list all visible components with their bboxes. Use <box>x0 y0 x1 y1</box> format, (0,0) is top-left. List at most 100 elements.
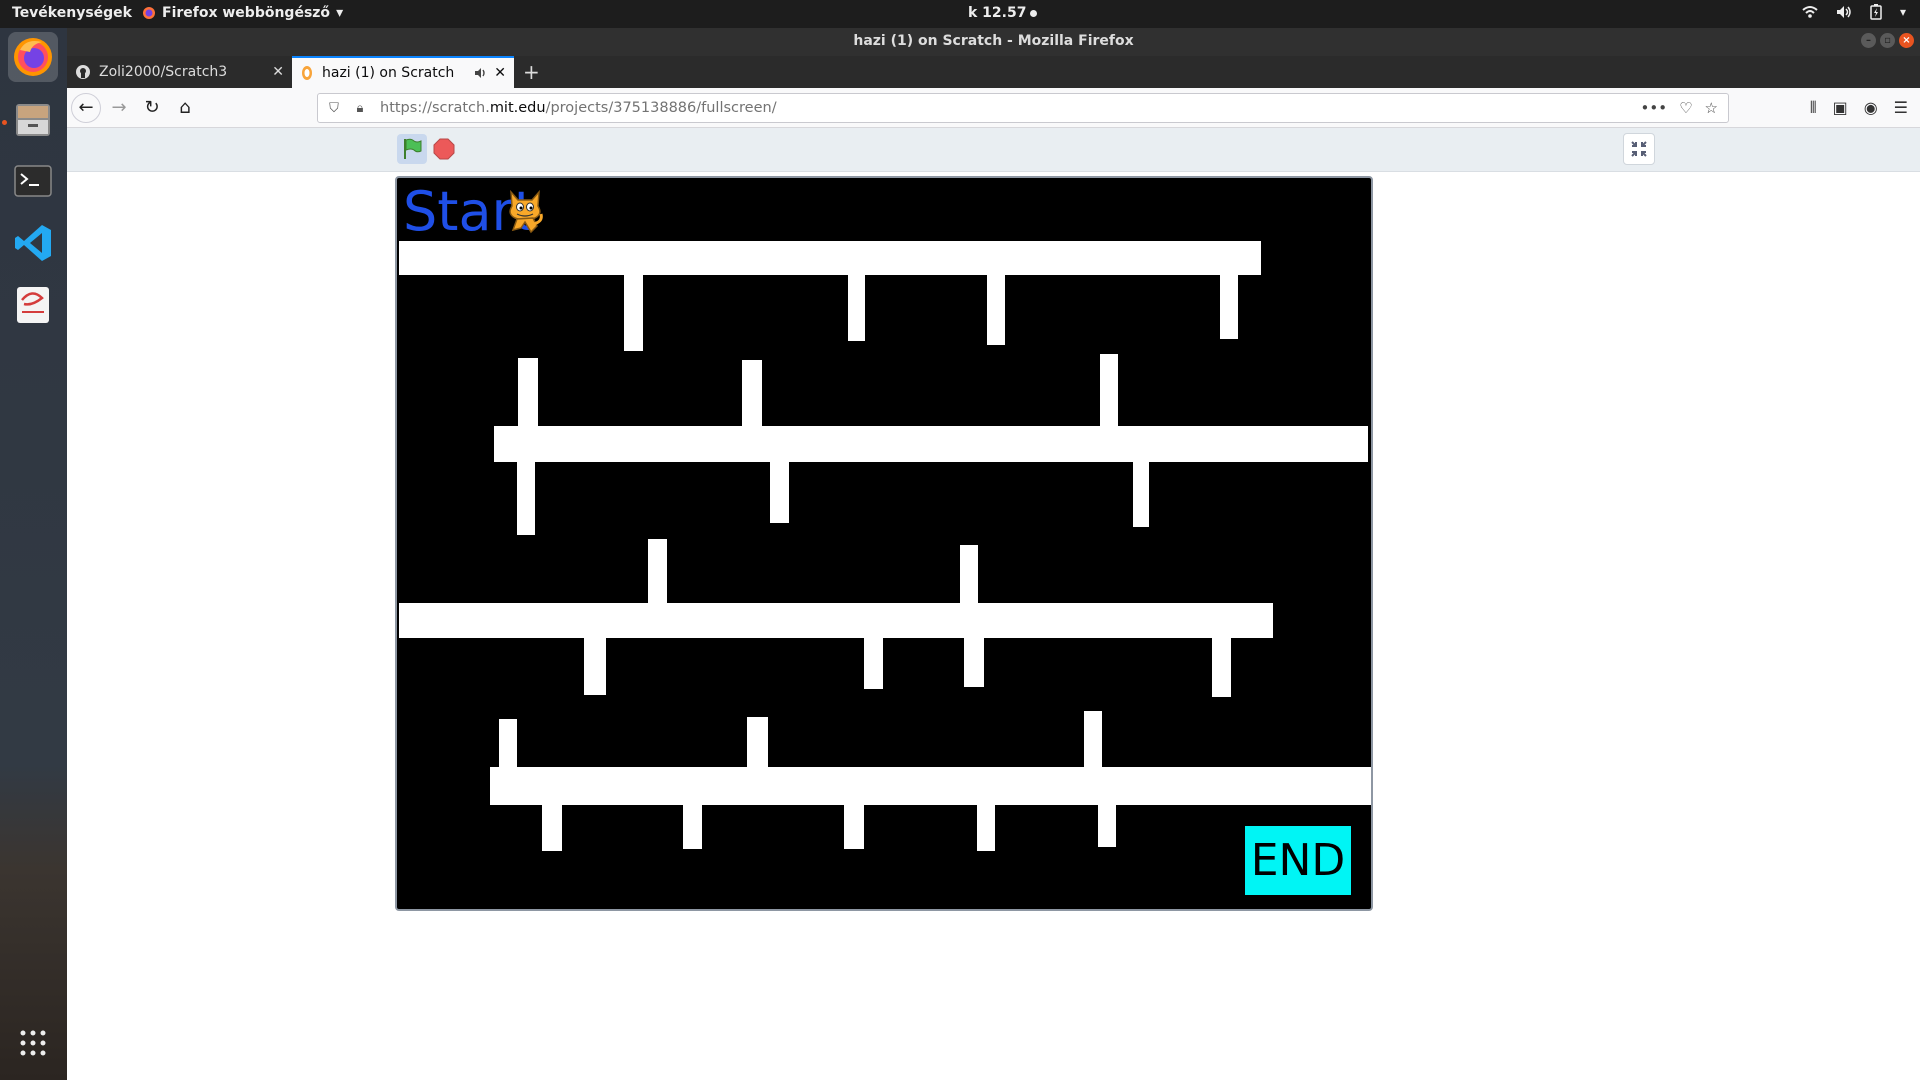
system-top-bar: Tevékenységek Firefox webböngésző ▾ k 12… <box>0 0 1920 28</box>
activities-button[interactable]: Tevékenységek <box>12 5 132 21</box>
notification-dot <box>1030 9 1038 17</box>
firefox-icon <box>143 7 155 19</box>
tab-github[interactable]: Zoli2000/Scratch3 ✕ <box>67 56 292 88</box>
dock-files[interactable] <box>8 94 58 144</box>
app-menu-label: Firefox webböngésző <box>162 5 331 21</box>
maze-wall <box>399 603 1273 638</box>
dock <box>0 28 67 1080</box>
pocket-icon[interactable]: ♡ <box>1679 99 1692 117</box>
page-actions-icon[interactable]: ••• <box>1641 99 1668 117</box>
maze-wall <box>490 767 1371 805</box>
maze-wall <box>987 275 1005 345</box>
maximize-button[interactable]: ▫ <box>1880 33 1895 48</box>
bookmark-star-icon[interactable]: ☆ <box>1705 99 1718 117</box>
stop-sign-icon <box>433 138 455 160</box>
maze-wall <box>864 638 883 689</box>
navigation-bar: ← → ↻ ⌂ ⛉ 🔒︎ https://scratch.mit.edu/pro… <box>67 88 1920 128</box>
shield-icon[interactable]: ⛉ <box>324 101 344 116</box>
wifi-icon <box>1802 6 1818 18</box>
window-controls: – ▫ × <box>1861 33 1914 48</box>
maze-wall <box>584 638 606 695</box>
url-domain: mit.edu <box>489 100 546 116</box>
library-icon[interactable]: ⫴ <box>1810 98 1817 118</box>
url-bar[interactable]: ⛉ 🔒︎ https://scratch.mit.edu/projects/37… <box>317 93 1729 123</box>
chevron-down-icon: ▾ <box>1899 5 1906 19</box>
url-text[interactable]: https://scratch.mit.edu/projects/3751388… <box>380 100 1641 116</box>
text-editor-icon <box>17 287 49 323</box>
volume-icon <box>1836 6 1851 18</box>
app-grid-icon <box>20 1030 46 1056</box>
reload-button[interactable]: ↻ <box>139 96 165 120</box>
tab-audio-icon[interactable] <box>474 66 488 80</box>
maze-wall <box>960 545 978 603</box>
url-path: /projects/375138886/fullscreen/ <box>545 100 777 116</box>
maze-wall <box>518 358 538 426</box>
system-tray[interactable]: ▾ <box>1802 4 1906 20</box>
minimize-button[interactable]: – <box>1861 33 1876 48</box>
show-applications[interactable] <box>8 1018 58 1068</box>
firefox-icon <box>14 38 52 76</box>
lock-icon[interactable]: 🔒︎ <box>350 101 370 116</box>
maze-wall <box>977 805 995 851</box>
account-icon[interactable]: ◉ <box>1864 98 1878 118</box>
player-controls-bar <box>67 128 1920 172</box>
maze-wall <box>770 462 789 523</box>
dock-text-editor[interactable] <box>8 280 58 330</box>
maze-wall <box>499 719 517 767</box>
exit-fullscreen-button[interactable] <box>1623 133 1655 165</box>
file-cabinet-icon <box>16 104 50 136</box>
stop-button[interactable] <box>431 136 457 162</box>
battery-icon <box>1870 4 1882 20</box>
firefox-window: hazi (1) on Scratch - Mozilla Firefox – … <box>67 28 1920 1080</box>
maze-wall <box>1098 805 1116 847</box>
maze-wall <box>494 426 1368 462</box>
sidebar-icon[interactable]: ▣ <box>1833 98 1848 118</box>
forward-button[interactable]: → <box>106 96 132 120</box>
url-prefix: https://scratch. <box>380 100 490 116</box>
maze-wall <box>844 805 864 849</box>
dock-firefox[interactable] <box>8 32 58 82</box>
clock[interactable]: k 12.57 <box>968 5 1038 21</box>
tab-scratch[interactable]: hazi (1) on Scratch ✕ <box>292 56 514 88</box>
maze-wall <box>542 805 562 851</box>
close-tab-icon[interactable]: ✕ <box>272 64 284 80</box>
window-titlebar[interactable]: hazi (1) on Scratch - Mozilla Firefox – … <box>67 28 1920 56</box>
maze-wall <box>517 462 535 535</box>
maze <box>399 241 1371 851</box>
cat-sprite-icon[interactable] <box>505 188 545 238</box>
green-flag-button[interactable] <box>397 134 427 164</box>
maze-wall <box>1220 275 1238 339</box>
close-tab-icon[interactable]: ✕ <box>494 65 506 81</box>
maze-wall <box>964 638 984 687</box>
dock-terminal[interactable] <box>8 156 58 206</box>
scratch-player: Start END <box>67 128 1920 1080</box>
maze-wall <box>848 275 865 341</box>
maze-wall <box>742 360 762 426</box>
terminal-icon <box>14 165 52 197</box>
maze-wall <box>1212 638 1231 697</box>
new-tab-button[interactable]: + <box>523 60 540 84</box>
clock-text: k 12.57 <box>968 5 1027 21</box>
chevron-down-icon: ▾ <box>336 5 344 21</box>
maze-wall <box>1133 462 1149 527</box>
exit-fullscreen-icon <box>1631 141 1647 157</box>
project-stage[interactable]: Start END <box>395 176 1373 911</box>
menu-icon[interactable]: ☰ <box>1894 98 1908 118</box>
maze-wall <box>747 717 768 767</box>
scratch-favicon-icon <box>302 66 312 80</box>
vscode-icon <box>15 225 51 261</box>
app-menu[interactable]: Firefox webböngésző ▾ <box>142 5 343 21</box>
tab-label: Zoli2000/Scratch3 <box>99 64 228 80</box>
toolbar-right: ⫴ ▣ ◉ ☰ <box>1810 98 1908 118</box>
back-button[interactable]: ← <box>71 93 101 123</box>
window-title: hazi (1) on Scratch - Mozilla Firefox <box>853 33 1134 49</box>
maze-wall <box>683 805 702 849</box>
maze-wall <box>1084 711 1102 767</box>
maze-wall <box>648 539 667 603</box>
dock-vscode[interactable] <box>8 218 58 268</box>
home-button[interactable]: ⌂ <box>172 96 198 120</box>
github-icon <box>76 65 90 79</box>
close-button[interactable]: × <box>1899 33 1914 48</box>
running-indicator <box>2 120 7 125</box>
maze-wall <box>624 275 643 351</box>
